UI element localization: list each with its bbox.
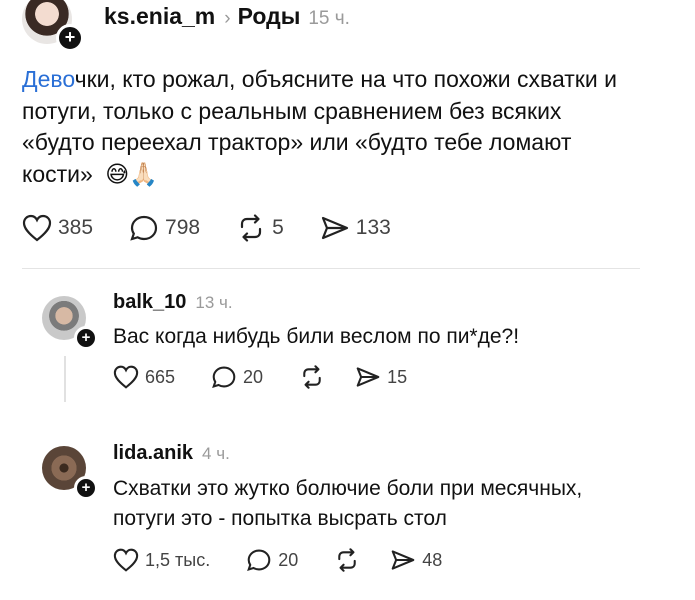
like-count: 1,5 тыс. [145,549,211,570]
like-button[interactable]: 1,5 тыс. [113,548,210,572]
post-username[interactable]: ks.enia_m [104,3,215,30]
repost-icon [338,548,356,572]
repost-icon [240,214,262,242]
comment-count: 20 [243,366,264,387]
follow-plus-icon[interactable]: + [74,476,98,500]
share-count: 15 [387,366,408,387]
comment-icon [247,549,271,571]
reply-time: 13 ч. [195,293,233,312]
reply-text-line1: Схватки это жутко болючие боли при месяч… [113,477,583,500]
follow-plus-icon[interactable]: + [56,24,84,52]
reply-username[interactable]: lida.anik [113,442,193,465]
like-button[interactable]: 385 [22,214,93,242]
share-button[interactable]: 133 [320,214,391,242]
comment-button[interactable]: 20 [211,365,263,389]
comment-count: 798 [165,216,201,239]
share-count: 48 [422,549,443,570]
reply-text: Схватки это жутко болючие боли при месяч… [113,474,582,534]
like-button[interactable]: 665 [113,365,175,389]
thread-line [64,356,66,402]
send-icon [391,550,415,570]
send-icon [321,216,348,240]
post-text-line1: чки, кто рожал, объясните на что похожи … [74,66,617,92]
post-actions: 385 798 5 133 [22,214,391,242]
post-text-line2: потуги, только с реальным сравнением без… [22,97,562,124]
pray-emoji: 🙏🏻 [129,160,158,187]
repost-count: 5 [272,216,284,239]
like-count: 385 [58,216,94,239]
sweat-smile-emoji: 😅 [105,160,130,187]
reply2-author-avatar[interactable]: + [42,446,98,500]
share-button[interactable]: 15 [355,365,407,389]
reply-text-line2: потуги это - попытка высрать стол [113,507,447,530]
divider [22,268,640,269]
repost-icon [303,365,321,389]
reply-actions: 665 20 15 [113,365,407,389]
post-text-line4: кости» [22,160,93,187]
post-text: Девочки, кто рожал, объясните на что пох… [22,64,682,190]
comment-button[interactable]: 20 [246,548,298,572]
chevron-right-icon: › [224,8,231,29]
reply-time: 4 ч. [202,444,230,463]
post-text-line3: «будто переехал трактор» или «будто тебе… [22,129,572,155]
reply-text: Вас когда нибудь били веслом по пи*де?! [113,325,520,348]
reply-actions: 1,5 тыс. 20 48 [113,548,442,572]
follow-plus-icon[interactable]: + [74,326,98,350]
heart-icon [113,365,139,389]
reply-username[interactable]: balk_10 [113,291,186,314]
repost-button[interactable] [334,548,360,572]
post-author-avatar[interactable]: + [22,0,84,52]
share-button[interactable]: 48 [390,548,442,572]
comment-button[interactable]: 798 [129,214,200,242]
heart-icon [113,548,139,572]
heart-icon [22,214,52,242]
repost-button[interactable] [299,365,325,389]
comment-count: 20 [278,549,299,570]
send-icon [356,367,380,387]
post-time: 15 ч. [308,8,350,29]
post-topic[interactable]: Роды [238,3,301,30]
post-text-link[interactable]: Дево [22,66,75,92]
share-count: 133 [355,216,391,239]
reply1-author-avatar[interactable]: + [42,296,98,350]
repost-button[interactable]: 5 [236,214,284,242]
comment-icon [130,215,158,241]
comment-icon [212,366,236,388]
like-count: 665 [145,366,176,387]
